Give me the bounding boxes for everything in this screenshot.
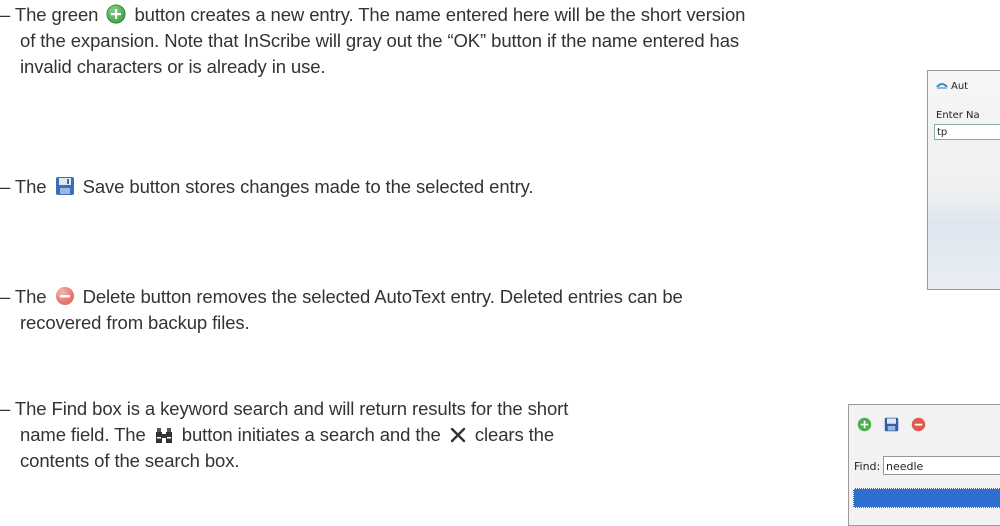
save-suffix: Save button stores changes made to the s… [82, 176, 534, 197]
binoculars-icon [154, 426, 174, 450]
remove-circle-icon [55, 286, 75, 312]
autotext-app-icon [936, 80, 948, 93]
save-prefix: – The [0, 176, 47, 197]
delete-line-2: recovered from backup files. [20, 312, 250, 333]
dialog-title-text: Aut [951, 81, 969, 92]
find-line-2-suffix: clears the [474, 424, 555, 445]
selected-list-item[interactable] [853, 488, 1000, 508]
new-entry-line-1: – The green button creates a new entry. … [0, 3, 745, 30]
delete-line-1: – The Delete button removes the selected… [0, 285, 683, 312]
delete-prefix: – The [0, 286, 47, 307]
find-input[interactable]: needle [883, 456, 1000, 475]
new-entry-prefix: – The green [0, 4, 99, 25]
dialog-title: Aut [936, 80, 968, 93]
delete-button-icon[interactable] [911, 417, 926, 436]
find-line-3: contents of the search box. [20, 450, 240, 471]
find-line-2-prefix: name field. The [20, 424, 146, 445]
toolbar [857, 417, 926, 436]
enter-name-label: Enter Na [936, 110, 980, 121]
floppy-disk-icon [55, 176, 75, 202]
save-button-icon[interactable] [884, 417, 899, 436]
new-entry-dialog-screenshot: Aut Enter Na tp [927, 70, 1000, 290]
delete-suffix: Delete button removes the selected AutoT… [82, 286, 683, 307]
find-line-1: – The Find box is a keyword search and w… [0, 398, 569, 419]
add-circle-icon [106, 4, 126, 30]
new-entry-line-3: invalid characters or is already in use. [20, 56, 326, 77]
add-button-icon[interactable] [857, 417, 872, 436]
close-x-icon [449, 426, 467, 450]
save-line: – The Save button stores changes made to… [0, 175, 534, 202]
new-entry-suffix: button creates a new entry. The name ent… [134, 4, 746, 25]
find-line-2-middle: button initiates a search and the [181, 424, 441, 445]
new-entry-line-2: of the expansion. Note that InScribe wil… [20, 30, 740, 51]
find-line-2: name field. The button initiates a searc… [20, 423, 554, 450]
find-label: Find: [854, 460, 881, 473]
name-input[interactable]: tp [934, 124, 1000, 140]
toolbar-screenshot: Find: needle [848, 404, 1000, 526]
